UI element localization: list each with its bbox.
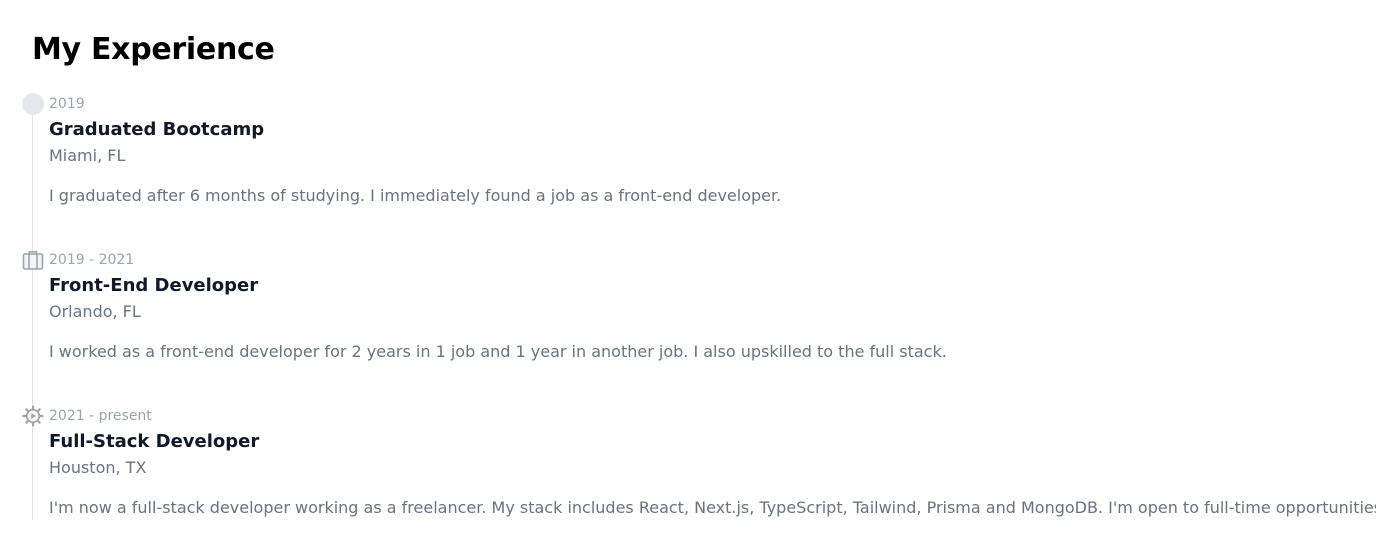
experience-section: My Experience 2019 Graduated Bootcamp Mi… (0, 0, 1376, 552)
item-date: 2019 (49, 96, 85, 112)
item-location: Miami, FL (49, 146, 126, 165)
item-location: Houston, TX (49, 458, 147, 477)
page-title: My Experience (32, 32, 275, 67)
gear-icon (22, 405, 44, 427)
item-location: Orlando, FL (49, 302, 141, 321)
item-date: 2019 - 2021 (49, 252, 135, 268)
item-description: I graduated after 6 months of studying. … (49, 186, 782, 205)
item-title: Full-Stack Developer (49, 431, 260, 452)
item-title: Graduated Bootcamp (49, 119, 265, 140)
item-description: I'm now a full-stack developer working a… (49, 498, 1376, 517)
item-description: I worked as a front-end developer for 2 … (49, 342, 947, 361)
item-title: Front-End Developer (49, 275, 259, 296)
briefcase-icon (22, 249, 44, 271)
item-date: 2021 - present (49, 408, 152, 424)
dot-icon (22, 93, 44, 115)
timeline-line (32, 100, 33, 520)
